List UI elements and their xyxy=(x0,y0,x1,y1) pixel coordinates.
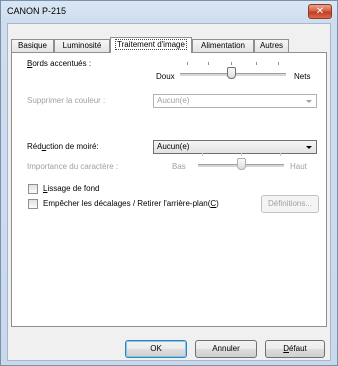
dialog-client-area: Basique Luminosité Traitement d'image Al… xyxy=(7,23,331,361)
chevron-down-icon xyxy=(306,146,312,149)
ok-button[interactable]: OK xyxy=(125,340,187,358)
close-button[interactable]: ✕ xyxy=(308,4,332,19)
prevent-bleed-checkbox[interactable] xyxy=(28,199,38,209)
cancel-button[interactable]: Annuler xyxy=(195,340,257,358)
char-importance-label: Importance du caractère : xyxy=(27,162,119,171)
remove-color-select[interactable]: Aucun(e) xyxy=(153,94,317,108)
remove-color-label: Supprimer la couleur : xyxy=(27,96,106,105)
char-importance-left-label: Bas xyxy=(172,162,186,171)
dialog-window: CANON P-215 ✕ Basique Luminosité Traitem… xyxy=(0,0,338,366)
edges-label: Bords accentués : xyxy=(27,59,92,68)
background-smoothing-label: Lissage de fond xyxy=(43,184,100,193)
tab-autres[interactable]: Autres xyxy=(254,39,289,52)
char-importance-right-label: Haut xyxy=(290,162,307,171)
char-importance-slider-thumb[interactable] xyxy=(237,158,246,170)
tab-luminosite[interactable]: Luminosité xyxy=(54,39,110,52)
edges-slider[interactable] xyxy=(180,62,286,82)
window-title: CANON P-215 xyxy=(7,6,67,16)
edges-right-label: Nets xyxy=(294,72,311,81)
edges-left-label: Doux xyxy=(156,72,175,81)
char-importance-slider[interactable] xyxy=(198,153,284,173)
tab-basique[interactable]: Basique xyxy=(11,39,54,52)
moire-label: Réduction de moiré: xyxy=(27,142,99,151)
tab-traitement-image[interactable]: Traitement d'image xyxy=(110,37,192,53)
background-smoothing-checkbox[interactable] xyxy=(28,184,38,194)
tab-alimentation[interactable]: Alimentation xyxy=(192,39,254,52)
default-button[interactable]: Défaut xyxy=(265,340,325,358)
image-processing-panel: Bords accentués : Doux Nets Supprimer la… xyxy=(11,52,327,327)
title-bar[interactable]: CANON P-215 ✕ xyxy=(1,1,337,22)
definitions-button[interactable]: Définitions... xyxy=(261,195,319,213)
edges-slider-thumb[interactable] xyxy=(227,67,236,79)
chevron-down-icon xyxy=(306,100,312,103)
close-icon: ✕ xyxy=(315,6,325,17)
moire-select[interactable]: Aucun(e) xyxy=(153,140,317,154)
prevent-bleed-label: Empêcher les décalages / Retirer l'arriè… xyxy=(43,199,219,208)
